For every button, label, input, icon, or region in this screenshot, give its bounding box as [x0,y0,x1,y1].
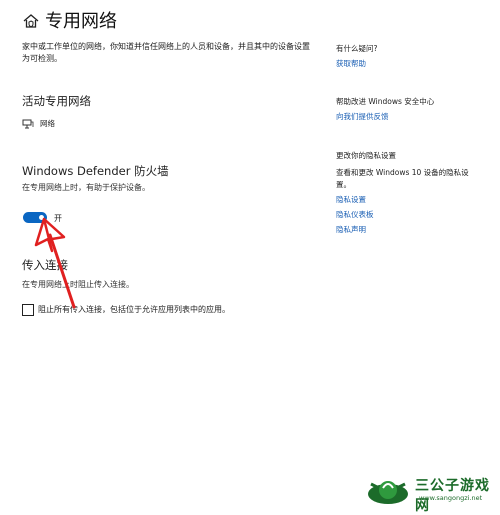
watermark-url: www.sangongzi.net [419,494,483,502]
watermark-logo-icon [368,481,408,504]
privacy-settings-link[interactable]: 隐私设置 [336,194,366,205]
privacy-dashboard-link[interactable]: 隐私仪表板 [336,209,374,220]
red-arrow-annotation [34,217,76,309]
privacy-heading: 更改你的隐私设置 [336,151,396,160]
firewall-description: 在专用网络上时，有助于保护设备。 [22,183,150,192]
feedback-link[interactable]: 向我们提供反馈 [336,111,389,122]
page-title: 专用网络 [45,11,117,32]
improve-heading: 帮助改进 Windows 安全中心 [336,97,435,106]
questions-heading: 有什么疑问? [336,44,378,53]
home-shield-icon [23,14,39,28]
network-icon [22,119,34,129]
network-name: 网络 [40,119,55,128]
page-description: 家中或工作单位的网络，你知道并信任网络上的人员和设备，并且其中的设备设置为可检测… [22,42,310,63]
privacy-text: 查看和更改 Windows 10 设备的隐私设置。 [336,168,469,189]
firewall-heading: Windows Defender 防火墙 [22,164,169,178]
get-help-link[interactable]: 获取帮助 [336,58,366,69]
active-network-heading: 活动专用网络 [22,94,91,108]
privacy-statement-link[interactable]: 隐私声明 [336,224,366,235]
